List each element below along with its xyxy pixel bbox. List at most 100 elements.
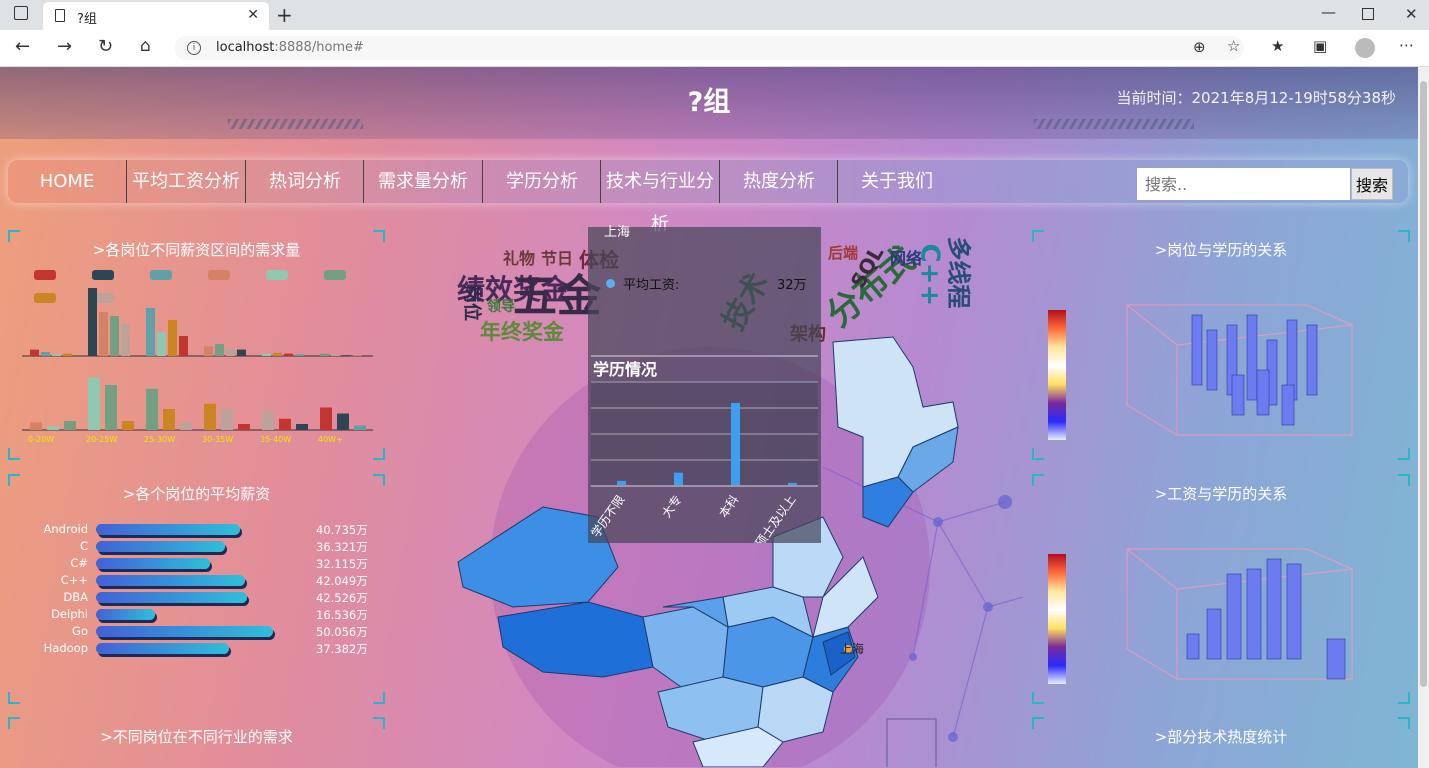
zoom-icon[interactable]: ⊕ xyxy=(1193,38,1206,56)
bar xyxy=(320,407,332,430)
add-favorite-icon[interactable]: ☆ xyxy=(1227,37,1240,55)
nav-heat[interactable]: 热度分析 xyxy=(719,160,838,203)
favorites-icon[interactable]: ★ xyxy=(1271,37,1284,55)
salary-range-demand-panel: >各岗位不同薪资区间的需求量 0-20W 20-25W 25-30W 30-35W 35… xyxy=(8,230,385,460)
bar xyxy=(353,355,362,356)
color-scale xyxy=(1048,310,1066,440)
bar-value: 42.526万 xyxy=(316,591,368,605)
page-scrollbar[interactable] xyxy=(1418,67,1429,768)
bar-value: 42.049万 xyxy=(316,574,368,588)
bar xyxy=(296,424,308,430)
tab-actions-icon[interactable] xyxy=(14,6,28,20)
salary-education-panel: >工资与学历的关系 xyxy=(1032,474,1410,704)
close-window-icon[interactable]: ✕ xyxy=(1405,5,1418,23)
legend-swatch xyxy=(34,293,56,303)
education-tick-label: 学历不限 xyxy=(588,492,627,540)
bar-value: 36.321万 xyxy=(316,540,368,554)
avg-salary-panel: >各个岗位的平均薪资 Android 40.735万 C 36.321万 C# 32.11… xyxy=(8,474,385,704)
bar-value: 16.536万 xyxy=(316,608,368,622)
color-scale xyxy=(1048,554,1066,684)
bar xyxy=(88,377,100,430)
bar xyxy=(63,353,72,356)
nav-home[interactable]: HOME xyxy=(8,160,126,203)
education-bar xyxy=(731,403,740,485)
bar-value: 37.382万 xyxy=(316,642,368,656)
search-button[interactable]: 搜索 xyxy=(1351,168,1393,200)
nav-education[interactable]: 学历分析 xyxy=(482,160,601,203)
new-tab-icon[interactable]: + xyxy=(276,3,293,27)
back-icon[interactable]: ← xyxy=(15,36,30,57)
word-cloud-term: 节日 xyxy=(541,249,574,268)
education-tick-label: 大专 xyxy=(658,492,684,520)
bar xyxy=(122,421,134,430)
bar xyxy=(262,411,274,430)
more-menu-icon[interactable]: ⋯ xyxy=(1399,36,1414,54)
salary-bar xyxy=(96,524,241,535)
browser-tab[interactable]: ?组 ✕ xyxy=(43,2,269,30)
bar xyxy=(110,316,119,356)
province-tooltip: 上海 平均工资: 32万 学历情况 学历不限 大专 本科 硕士及以上 xyxy=(588,225,821,543)
header-decoration-right xyxy=(1034,119,1194,129)
education-chart: 学历不限 大专 本科 硕士及以上 xyxy=(588,355,818,543)
bar xyxy=(284,353,293,356)
home-icon[interactable]: ⌂ xyxy=(140,36,151,56)
legend-swatch xyxy=(324,270,346,280)
forward-icon[interactable]: → xyxy=(57,36,72,57)
minimize-icon[interactable]: — xyxy=(1321,3,1336,21)
bar xyxy=(226,348,235,356)
dashboard-page: ?组 当前时间：2021年8月12-19时58分38秒 HOME 平均工资分析 … xyxy=(0,67,1418,768)
panel-title: >工资与学历的关系 xyxy=(1154,485,1288,503)
bar xyxy=(215,344,224,356)
bar-label: Android xyxy=(43,522,88,536)
search-input[interactable] xyxy=(1137,168,1350,200)
header-decoration-left xyxy=(228,119,363,129)
url-field[interactable]: i localhost:8888/home# xyxy=(174,36,1244,60)
salary-bar xyxy=(96,609,155,620)
education-tick-label: 硕士及以上 xyxy=(753,493,799,543)
tick-label: 20-25W xyxy=(86,435,117,444)
tick-label: 35-40W xyxy=(260,435,291,444)
nav-avg-salary[interactable]: 平均工资分析 xyxy=(126,160,245,203)
bar-label: C# xyxy=(70,556,88,570)
salary-bar xyxy=(96,643,229,654)
bar-label: Hadoop xyxy=(43,641,88,655)
bar xyxy=(204,403,216,430)
page-header: ?组 当前时间：2021年8月12-19时58分38秒 xyxy=(0,67,1418,139)
bar xyxy=(337,413,349,430)
salary-bar xyxy=(96,575,246,586)
bar xyxy=(52,354,61,356)
salary-range-chart: 0-20W 20-25W 25-30W 30-35W 35-40W 40W+ xyxy=(22,270,373,444)
legend-swatch xyxy=(266,270,288,280)
close-tab-icon[interactable]: ✕ xyxy=(247,7,259,23)
salary-bar xyxy=(96,592,247,603)
nav-about[interactable]: 关于我们 xyxy=(837,160,956,203)
legend-swatch xyxy=(208,270,230,280)
bar xyxy=(237,349,246,356)
collections-icon[interactable]: ▣ xyxy=(1313,37,1327,55)
nav-tech-industry[interactable]: 技术与行业分析 xyxy=(600,160,719,235)
bar xyxy=(99,312,108,356)
tick-label: 0-20W xyxy=(28,435,54,444)
south-sea-inset xyxy=(886,718,937,767)
maximize-icon[interactable] xyxy=(1362,8,1374,20)
education-bar xyxy=(617,480,626,485)
3d-bar-chart xyxy=(1126,304,1353,436)
legend-swatch xyxy=(150,270,172,280)
bar xyxy=(168,320,177,356)
current-time: 当前时间：2021年8月12-19时58分38秒 xyxy=(1116,89,1396,107)
nav-hot-words[interactable]: 热词分析 xyxy=(245,160,364,203)
bar xyxy=(121,324,130,356)
bar xyxy=(204,346,213,356)
panel-title: >部分技术热度统计 xyxy=(1154,728,1288,746)
nav-demand[interactable]: 需求量分析 xyxy=(363,160,482,203)
url-host: localhost xyxy=(216,40,275,55)
tick-label: 25-30W xyxy=(144,435,175,444)
refresh-icon[interactable]: ↻ xyxy=(98,36,113,57)
site-info-icon[interactable]: i xyxy=(187,41,201,55)
url-path: :8888/home# xyxy=(274,40,364,55)
legend-swatch xyxy=(34,270,56,280)
education-bar xyxy=(674,472,683,485)
bar xyxy=(354,425,366,430)
scrollbar-thumb[interactable] xyxy=(1420,81,1427,687)
profile-avatar[interactable] xyxy=(1355,38,1375,58)
